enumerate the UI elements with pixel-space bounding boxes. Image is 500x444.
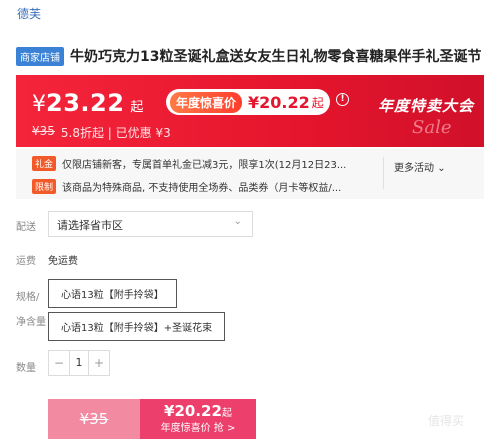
quantity-decrease-button[interactable]: − — [49, 351, 69, 375]
discount-text: 5.8折起 | 已优惠 ¥3 — [60, 126, 171, 140]
more-activities-button[interactable]: 更多活动 ⌄ — [394, 159, 446, 174]
region-select-value: 请选择省市区 — [57, 219, 123, 232]
activity-badge: 限制 — [32, 179, 57, 194]
info-icon[interactable]: ! — [336, 93, 349, 106]
quantity-stepper: − 1 + — [48, 350, 110, 376]
spec-label: 规格/ — [16, 292, 40, 303]
activity-badge: 礼金 — [32, 156, 57, 171]
product-title: 牛奶巧克力13粒圣诞礼盒送女友生日礼物零食喜糖果伴手礼圣诞节 — [70, 49, 482, 65]
chevron-down-icon: ⌄ — [437, 163, 446, 174]
shipping-label: 配送 — [16, 222, 36, 233]
current-price: ¥ 23.22 起 — [32, 89, 143, 117]
quantity-input[interactable]: 1 — [69, 351, 89, 375]
activities-panel: 礼金 仅限店铺新客，专属首单礼金已减3元，限享1次(12月12日23... 限制… — [16, 149, 484, 199]
currency-symbol: ¥ — [32, 92, 46, 117]
shipping-fee-label: 运费 — [16, 256, 36, 267]
promo-price: ¥20.22 — [248, 92, 310, 112]
price-value: 23.22 — [46, 89, 125, 117]
net-content-label: 净含量 — [16, 317, 46, 328]
promo-price-suffix: 起 — [311, 95, 324, 110]
spec-option[interactable]: 心语13粒【附手拎袋】 — [48, 279, 177, 308]
buy-now-button[interactable]: ¥20.22起 年度惊喜价 抢 > — [140, 399, 256, 439]
chevron-down-icon: ⌄ — [233, 216, 242, 227]
buy-price: ¥20.22起 — [164, 401, 232, 420]
quantity-label: 数量 — [16, 363, 36, 374]
product-title-row: 商家店铺 牛奶巧克力13粒圣诞礼盒送女友生日礼物零食喜糖果伴手礼圣诞节 — [16, 46, 491, 66]
shipping-fee-value: 免运费 — [48, 256, 78, 267]
price-from-suffix: 起 — [130, 100, 144, 115]
promo-event-title: 年度特卖大会 — [378, 97, 475, 115]
activity-text: 仅限店铺新客，专属首单礼金已减3元，限享1次(12月12日23... — [62, 160, 347, 171]
more-activities-label: 更多活动 — [394, 163, 434, 174]
activity-item: 礼金 仅限店铺新客，专属首单礼金已减3元，限享1次(12月12日23... — [32, 156, 356, 171]
activity-item: 限制 该商品为特殊商品, 不支持使用全场券、品类券（月卡等权益/... — [32, 179, 356, 194]
shop-tag: 商家店铺 — [16, 46, 64, 66]
activity-text: 该商品为特殊商品, 不支持使用全场券、品类券（月卡等权益/... — [62, 183, 342, 194]
price-details: ¥35 5.8折起 | 已优惠 ¥3 — [32, 124, 171, 141]
promo-price-pill: 年度惊喜价 ¥20.22 起 — [166, 89, 330, 115]
brand-name[interactable]: 德芙 — [17, 5, 41, 22]
promo-tag: 年度惊喜价 — [170, 91, 243, 113]
divider — [383, 157, 384, 189]
net-content-option[interactable]: 心语13粒【附手拎袋】+圣诞花束 — [48, 312, 226, 341]
buy-tag-text: 年度惊喜价 抢 > — [160, 422, 236, 434]
buy-button-group: ¥35 ¥20.22起 年度惊喜价 抢 > — [48, 399, 256, 439]
watermark: 值得买 — [428, 414, 465, 428]
price-banner: ¥ 23.22 起 年度惊喜价 ¥20.22 起 ! ¥35 5.8折起 | 已… — [16, 75, 484, 147]
quantity-increase-button[interactable]: + — [89, 351, 109, 375]
region-select[interactable]: 请选择省市区 ⌄ — [48, 211, 253, 237]
buy-original-price[interactable]: ¥35 — [48, 399, 140, 439]
original-price: ¥35 — [32, 124, 55, 138]
promo-sale-text: Sale — [412, 117, 452, 138]
